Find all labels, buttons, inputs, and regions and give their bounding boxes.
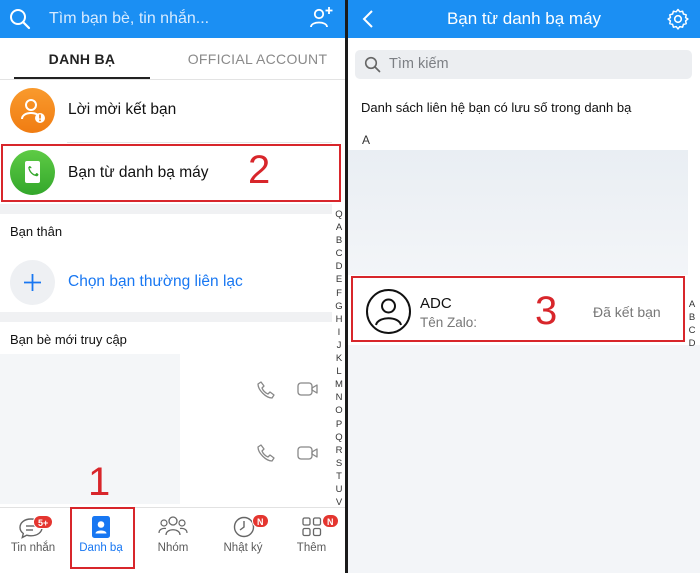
tab-more[interactable]: N Thêm [278, 508, 345, 573]
alphabet-letter[interactable]: A [686, 298, 698, 311]
alphabet-letter[interactable]: B [686, 311, 698, 324]
alphabet-letter[interactable]: M [333, 378, 345, 391]
blurred-contact-list [348, 150, 688, 275]
tab-contacts[interactable]: DANH BẠ [14, 38, 150, 80]
alphabet-letter[interactable]: R [333, 444, 345, 457]
choose-friends-label: Chọn bạn thường liên lạc [68, 273, 243, 290]
blurred-contact-list [348, 345, 700, 573]
alphabet-letter[interactable]: F [333, 287, 345, 300]
messages-badge: 5+ [33, 515, 54, 529]
search-icon[interactable] [9, 8, 31, 35]
alphabet-letter[interactable]: E [333, 273, 345, 286]
timeline-badge: N [252, 514, 269, 528]
video-call-icon[interactable] [297, 380, 319, 403]
alphabet-letter[interactable]: I [333, 326, 345, 339]
add-friend-icon[interactable] [309, 6, 333, 35]
tab-label: Tin nhắn [10, 542, 56, 554]
plus-icon [10, 260, 55, 305]
tab-messages[interactable]: 5+ Tin nhắn [0, 508, 66, 573]
alphabet-letter[interactable]: B [333, 234, 345, 247]
tab-groups[interactable]: Nhóm [138, 508, 208, 573]
group-icon [158, 515, 188, 542]
search-input[interactable]: Tìm kiếm [389, 56, 449, 72]
section-letter: A [362, 133, 371, 147]
section-gap [0, 312, 332, 322]
alphabet-letter[interactable]: C [686, 324, 698, 337]
close-friends-title: Bạn thân [10, 224, 63, 239]
alphabet-letter[interactable]: T [333, 470, 345, 483]
recent-friends-title: Bạn bè mới truy cập [10, 332, 127, 347]
bottom-tab-bar: 5+ Tin nhắn Danh bạ Nhóm N Nhật ký N Thê… [0, 507, 345, 573]
annotation-number: 3 [535, 289, 558, 333]
gear-icon[interactable] [667, 8, 689, 35]
tab-underline [14, 77, 150, 79]
friend-requests-label: Lời mời kết bạn [68, 101, 177, 118]
more-badge: N [322, 514, 339, 528]
alphabet-letter[interactable]: J [333, 339, 345, 352]
call-icon[interactable] [256, 380, 276, 405]
tab-label: Thêm [296, 542, 327, 554]
search-input[interactable]: Tìm bạn bè, tin nhắn... [49, 10, 209, 28]
search-box[interactable]: Tìm kiếm [355, 50, 692, 79]
tab-official-account[interactable]: OFFICIAL ACCOUNT [170, 38, 345, 80]
alphabet-letter[interactable]: Q [333, 431, 345, 444]
search-icon [364, 56, 381, 78]
friend-requests-row[interactable]: Lời mời kết bạn [0, 82, 332, 142]
tab-label: Nhóm [157, 542, 189, 554]
tab-label: Nhật ký [223, 542, 263, 554]
phone-contacts-screen: Bạn từ danh bạ máy Tìm kiếm Danh sách li… [348, 0, 700, 573]
alphabet-letter[interactable]: C [333, 247, 345, 260]
description-text: Danh sách liên hệ bạn có lưu số trong da… [361, 100, 632, 115]
alphabet-letter[interactable]: P [333, 418, 345, 431]
section-gap [0, 204, 332, 214]
alphabet-letter[interactable]: D [686, 337, 698, 350]
annotation-number: 2 [248, 148, 271, 192]
friend-request-icon [10, 88, 55, 133]
top-bar: Bạn từ danh bạ máy [348, 0, 700, 38]
alphabet-letter[interactable]: H [333, 313, 345, 326]
divider [67, 142, 332, 143]
grid-icon [302, 517, 322, 542]
call-icon[interactable] [256, 443, 276, 468]
choose-friends-row[interactable]: Chọn bạn thường liên lạc [0, 258, 332, 308]
annotation-number: 1 [88, 460, 111, 504]
top-bar: Tìm bạn bè, tin nhắn... [0, 0, 345, 38]
tab-bar-top: DANH BẠ OFFICIAL ACCOUNT [0, 38, 345, 80]
highlight-box-contacts-tab [70, 507, 135, 569]
alphabet-letter[interactable]: Q [333, 208, 345, 221]
alphabet-letter[interactable]: A [333, 221, 345, 234]
alphabet-letter[interactable]: O [333, 404, 345, 417]
video-call-icon[interactable] [297, 444, 319, 467]
alphabet-letter[interactable]: L [333, 365, 345, 378]
highlight-box-phone-contacts [1, 144, 341, 202]
alphabet-letter[interactable]: G [333, 300, 345, 313]
highlight-box-contact [351, 276, 685, 342]
alphabet-letter[interactable]: K [333, 352, 345, 365]
alphabet-letter[interactable]: S [333, 457, 345, 470]
tab-timeline[interactable]: N Nhật ký [208, 508, 278, 573]
alphabet-letter[interactable]: U [333, 483, 345, 496]
alphabet-letter[interactable]: N [333, 391, 345, 404]
alphabet-index[interactable]: ABCD [686, 298, 698, 350]
screen-title: Bạn từ danh bạ máy [446, 9, 602, 28]
alphabet-letter[interactable]: D [333, 260, 345, 273]
contacts-screen: Tìm bạn bè, tin nhắn... DANH BẠ OFFICIAL… [0, 0, 345, 573]
